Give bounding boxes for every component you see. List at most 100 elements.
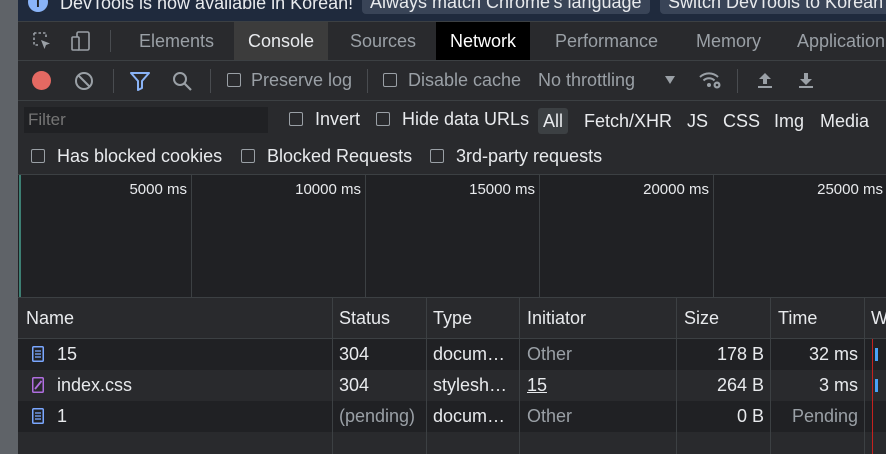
toolbar-separator <box>113 69 114 93</box>
column-header-waterfall[interactable]: W <box>871 298 886 338</box>
filter-bar: Invert Hide data URLs All Fetch/XHR JS C… <box>18 101 886 138</box>
record-icon[interactable] <box>32 71 51 90</box>
table-row[interactable]: 15 304 docum… Other 178 B 32 ms <box>18 339 886 370</box>
column-divider[interactable] <box>332 298 333 454</box>
tab-network[interactable]: Network <box>436 22 531 60</box>
import-har-icon[interactable] <box>755 70 775 90</box>
document-icon <box>32 346 44 362</box>
toolbar-separator <box>367 69 368 93</box>
invert-label: Invert <box>315 109 361 129</box>
request-name[interactable]: index.css <box>57 370 132 401</box>
has-blocked-cookies-checkbox[interactable] <box>31 149 45 163</box>
column-header-time[interactable]: Time <box>778 298 817 338</box>
network-overview-timeline[interactable]: 5000 ms 10000 ms 15000 ms 20000 ms 25000… <box>18 175 886 298</box>
column-header-size[interactable]: Size <box>684 298 719 338</box>
disable-cache-checkbox[interactable] <box>383 73 397 87</box>
request-type: docum… <box>433 344 506 364</box>
toolbar-separator <box>737 69 738 93</box>
request-status: 304 <box>339 344 370 364</box>
request-status: 304 <box>339 375 370 395</box>
network-toolbar: Preserve log Disable cache No throttling <box>18 61 886 101</box>
network-conditions-icon[interactable] <box>698 70 722 90</box>
third-party-requests-checkbox[interactable] <box>430 149 444 163</box>
preserve-log-checkbox[interactable] <box>227 73 241 87</box>
tab-sources[interactable]: Sources <box>336 22 430 60</box>
column-header-type[interactable]: Type <box>433 298 472 338</box>
device-toolbar-icon[interactable] <box>70 30 92 52</box>
column-header-name[interactable]: Name <box>26 298 74 338</box>
invert-checkbox[interactable] <box>289 112 303 126</box>
waterfall-bar <box>875 379 878 392</box>
request-name[interactable]: 1 <box>57 401 67 432</box>
column-header-status[interactable]: Status <box>339 298 390 338</box>
stylesheet-icon <box>32 377 44 393</box>
column-divider[interactable] <box>519 298 520 454</box>
blocked-filter-bar: Has blocked cookies Blocked Requests 3rd… <box>18 138 886 175</box>
timeline-gridline <box>713 175 714 297</box>
tab-memory[interactable]: Memory <box>682 22 775 60</box>
timeline-tick-label: 20000 ms <box>643 181 709 198</box>
search-icon[interactable] <box>172 71 193 92</box>
info-icon: i <box>28 0 48 12</box>
left-window-edge <box>0 0 18 454</box>
table-row[interactable]: index.css 304 stylesh… 15 264 B 3 ms <box>18 370 886 401</box>
requests-table: Name Status Type Initiator Size Time W 1… <box>18 298 886 454</box>
filter-type-media[interactable]: Media <box>820 108 869 134</box>
request-size: 264 B <box>716 375 764 395</box>
table-row[interactable]: 1 (pending) docum… Other 0 B Pending <box>18 401 886 432</box>
tab-separator <box>110 30 111 52</box>
column-divider[interactable] <box>426 298 427 454</box>
always-match-language-button[interactable]: Always match Chrome's language <box>362 0 650 14</box>
filter-type-all[interactable]: All <box>538 108 569 134</box>
disable-cache-label: Disable cache <box>408 70 522 90</box>
filter-icon[interactable] <box>129 71 151 91</box>
hide-data-urls-checkbox[interactable] <box>376 112 390 126</box>
filter-type-js[interactable]: JS <box>687 108 708 134</box>
main-tab-bar: Elements Console Sources Network Perform… <box>18 22 886 61</box>
waterfall-bar <box>875 348 878 361</box>
timeline-start-marker <box>19 175 21 297</box>
clear-icon[interactable] <box>74 71 94 91</box>
tab-application[interactable]: Application <box>783 22 886 60</box>
column-divider[interactable] <box>864 298 865 454</box>
blocked-requests-label: Blocked Requests <box>267 146 413 166</box>
chevron-down-icon[interactable] <box>664 75 676 85</box>
language-infobar: i DevTools is now available in Korean! A… <box>18 0 886 22</box>
request-name[interactable]: 15 <box>57 339 77 370</box>
filter-type-img[interactable]: Img <box>774 108 804 134</box>
column-divider[interactable] <box>676 298 677 454</box>
request-size: 178 B <box>716 344 764 364</box>
third-party-requests-label: 3rd-party requests <box>456 146 603 166</box>
request-type: docum… <box>433 406 506 426</box>
request-status: (pending) <box>339 406 416 426</box>
request-initiator: Other <box>527 406 573 426</box>
tab-console[interactable]: Console <box>234 22 329 60</box>
infobar-message: DevTools is now available in Korean! <box>60 0 354 13</box>
timeline-tick-label: 15000 ms <box>469 181 535 198</box>
filter-input[interactable] <box>24 107 268 133</box>
tab-elements[interactable]: Elements <box>125 22 228 60</box>
filter-type-css[interactable]: CSS <box>723 108 760 134</box>
timeline-gridline <box>191 175 192 297</box>
request-initiator-link[interactable]: 15 <box>527 370 547 401</box>
timeline-tick-label: 10000 ms <box>295 181 361 198</box>
inspect-element-icon[interactable] <box>31 30 53 52</box>
tab-performance[interactable]: Performance <box>541 22 672 60</box>
blocked-requests-checkbox[interactable] <box>241 149 255 163</box>
has-blocked-cookies-label: Has blocked cookies <box>57 146 223 166</box>
request-type: stylesh… <box>433 375 508 395</box>
hide-data-urls-label: Hide data URLs <box>402 109 530 129</box>
column-divider[interactable] <box>770 298 771 454</box>
devtools-panel: i DevTools is now available in Korean! A… <box>18 0 886 454</box>
table-filler-row <box>18 432 886 454</box>
request-time: 32 ms <box>808 344 858 364</box>
throttling-select[interactable]: No throttling <box>538 70 635 91</box>
timeline-gridline <box>365 175 366 297</box>
request-time: Pending <box>791 406 858 426</box>
column-header-initiator[interactable]: Initiator <box>527 298 586 338</box>
export-har-icon[interactable] <box>796 70 816 90</box>
waterfall-load-marker <box>872 339 873 454</box>
filter-type-fetch-xhr[interactable]: Fetch/XHR <box>584 108 672 134</box>
switch-to-korean-button[interactable]: Switch DevTools to Korean <box>660 0 886 14</box>
document-icon <box>32 408 44 424</box>
